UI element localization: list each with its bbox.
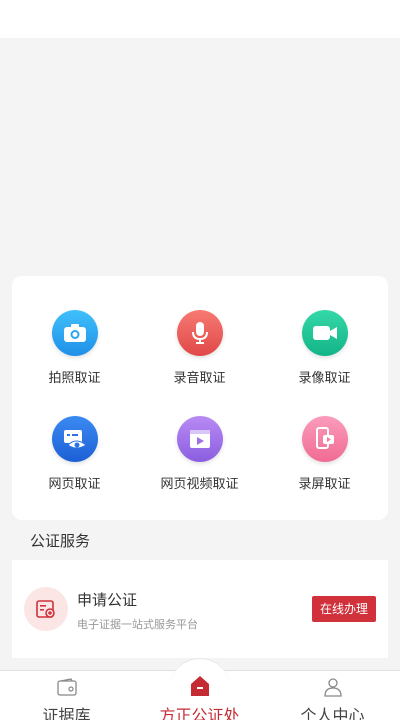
grid-item-label: 拍照取证: [48, 371, 101, 386]
top-bar: [0, 0, 400, 38]
wallet-icon: [56, 676, 78, 698]
tab-personal-center[interactable]: 个人中心: [266, 671, 399, 720]
tab-label: 个人中心: [300, 706, 365, 720]
microphone-icon: [177, 310, 223, 356]
grid-item-webpage[interactable]: 网页取证: [12, 416, 137, 516]
grid-item-video[interactable]: 录像取证: [262, 310, 387, 410]
grid-item-web-video[interactable]: 网页视频取证: [137, 416, 262, 516]
webpage-eye-icon: [52, 416, 98, 462]
grid-item-label: 录像取证: [298, 371, 351, 386]
user-icon: [322, 676, 344, 698]
home-icon[interactable]: [189, 674, 211, 696]
web-video-icon: [177, 416, 223, 462]
evidence-grid-card: 拍照取证 录音取证 录像取证 网页取证 网页视频取证 录屏取证: [12, 276, 388, 520]
certificate-icon: [24, 587, 68, 631]
tab-label: 证据库: [42, 706, 91, 720]
grid-item-audio[interactable]: 录音取证: [137, 310, 262, 410]
grid-item-label: 网页取证: [48, 477, 101, 492]
banner-area: [0, 38, 400, 270]
grid-item-label: 网页视频取证: [160, 477, 239, 492]
grid-item-screen-record[interactable]: 录屏取证: [262, 416, 387, 516]
camera-icon: [52, 310, 98, 356]
grid-item-photo[interactable]: 拍照取证: [12, 310, 137, 410]
service-card[interactable]: 申请公证 电子证据一站式服务平台 在线办理: [12, 560, 388, 658]
tab-label: 方正公证处: [159, 706, 240, 720]
grid-item-label: 录屏取证: [298, 477, 351, 492]
service-description: 电子证据一站式服务平台: [77, 618, 198, 631]
screen-record-icon: [302, 416, 348, 462]
service-title: 申请公证: [77, 591, 138, 609]
grid-item-label: 录音取证: [173, 371, 226, 386]
section-title: 公证服务: [30, 532, 91, 550]
video-camera-icon: [302, 310, 348, 356]
tab-evidence-library[interactable]: 证据库: [0, 671, 133, 720]
apply-online-button[interactable]: 在线办理: [311, 596, 376, 622]
